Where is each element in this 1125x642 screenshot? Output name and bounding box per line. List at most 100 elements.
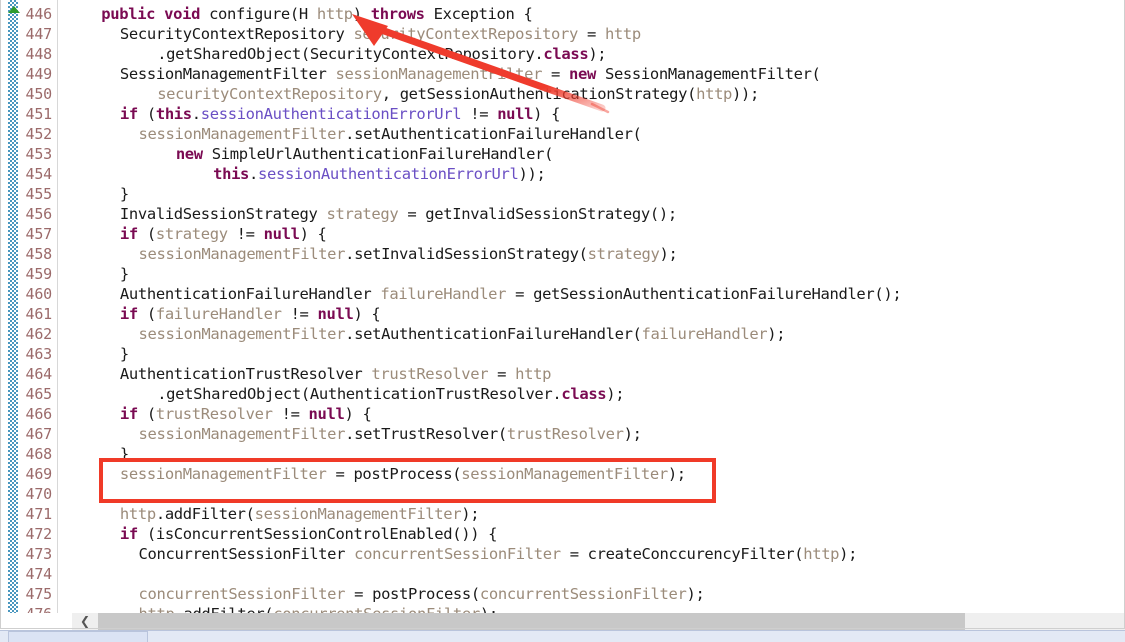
code-token: null: [263, 225, 300, 243]
code-line[interactable]: http.addFilter(concurrentSessionFilter);: [139, 604, 499, 613]
code-token: );: [839, 545, 858, 563]
code-token: =: [577, 25, 605, 43]
code-line[interactable]: new SimpleUrlAuthenticationFailureHandle…: [176, 144, 554, 164]
code-line[interactable]: if (failureHandler != null) {: [120, 304, 381, 324]
code-line[interactable]: if (isConcurrentSessionControlEnabled())…: [119, 524, 498, 544]
scrollbar-thumb[interactable]: [98, 613, 965, 630]
code-line[interactable]: sessionManagementFilter.setInvalidSessio…: [139, 244, 678, 264]
code-line[interactable]: if (this.sessionAuthenticationErrorUrl !…: [119, 104, 561, 124]
line-number: 466: [25, 405, 53, 423]
scroll-left-chevron-icon[interactable]: ❮: [72, 613, 98, 630]
code-line[interactable]: .getSharedObject(SecurityContextReposito…: [157, 44, 606, 64]
code-token: strategy: [155, 225, 228, 243]
code-line[interactable]: }: [120, 444, 129, 464]
code-token: );: [623, 425, 642, 443]
code-token: if: [119, 225, 138, 243]
code-token: new: [569, 65, 596, 83]
code-line[interactable]: AuthenticationFailureHandler failureHand…: [120, 284, 902, 304]
code-line[interactable]: SessionManagementFilter sessionManagemen…: [120, 64, 821, 84]
code-token: Exception {: [424, 5, 533, 23]
code-line[interactable]: ConcurrentSessionFilter concurrentSessio…: [139, 544, 858, 564]
code-token: ) {: [533, 105, 561, 123]
code-token: !=: [227, 225, 264, 243]
code-token: http: [515, 365, 552, 383]
line-number: 470: [25, 485, 53, 503]
code-token: SecurityContextRepository: [119, 25, 354, 43]
code-line[interactable]: sessionManagementFilter.setTrustResolver…: [139, 424, 642, 444]
line-number: 446: [25, 5, 53, 23]
code-line[interactable]: }: [120, 264, 129, 284]
code-token: ) {: [344, 405, 372, 423]
line-number: 465: [25, 385, 53, 403]
line-number: 469: [25, 465, 53, 483]
code-line[interactable]: .getSharedObject(AuthenticationTrustReso…: [157, 384, 624, 404]
code-token: (: [137, 305, 156, 323]
code-line[interactable]: AuthenticationTrustResolver trustResolve…: [120, 364, 552, 384]
code-token: sessionManagementFilter: [461, 465, 668, 483]
code-token: .addFilter(: [174, 605, 273, 613]
code-line[interactable]: this.sessionAuthenticationErrorUrl));: [213, 164, 546, 184]
line-number: 468: [25, 445, 53, 463]
code-token: strategy: [326, 205, 399, 223]
code-token: trustResolver: [506, 425, 624, 443]
code-token: if: [119, 105, 138, 123]
code-token: !=: [272, 405, 309, 423]
code-token: );: [480, 605, 498, 613]
code-token: );: [686, 585, 705, 603]
code-token: class: [543, 45, 589, 63]
code-token: securityContextRepository: [353, 25, 578, 43]
code-line[interactable]: http.addFilter(sessionManagementFilter);: [120, 504, 480, 524]
line-number: 463: [25, 345, 53, 363]
code-token: concurrentSessionFilter: [354, 545, 561, 563]
horizontal-scrollbar[interactable]: ❮: [0, 613, 1125, 630]
code-line[interactable]: InvalidSessionStrategy strategy = getInv…: [120, 204, 677, 224]
code-token: .setAuthenticationFailureHandler(: [345, 125, 642, 143]
line-number: 467: [25, 425, 53, 443]
line-number: 447: [25, 25, 53, 43]
code-line[interactable]: sessionManagementFilter = postProcess(se…: [120, 464, 686, 484]
code-token: if: [119, 525, 138, 543]
bottom-status-strip: [0, 630, 1125, 642]
code-token: ));: [518, 165, 546, 183]
code-line[interactable]: sessionManagementFilter.setAuthenticatio…: [139, 324, 786, 344]
code-token: );: [606, 385, 625, 403]
code-token: concurrentSessionFilter: [273, 605, 480, 613]
code-text-area[interactable]: public void configure(H http) throws Exc…: [58, 0, 1125, 613]
code-token: this: [155, 105, 192, 123]
code-token: );: [767, 325, 786, 343]
code-token: .setAuthenticationFailureHandler(: [345, 325, 642, 343]
code-line[interactable]: sessionManagementFilter.setAuthenticatio…: [139, 124, 642, 144]
code-token: sessionAuthenticationErrorUrl: [258, 165, 519, 183]
line-number: 460: [25, 285, 53, 303]
code-line[interactable]: concurrentSessionFilter = postProcess(co…: [139, 584, 705, 604]
code-token: failureHandler: [155, 305, 282, 323]
editor-gutter: 446 447 448 449 450 451 452 453 454 455 456 457 458 4…: [0, 0, 58, 613]
code-line[interactable]: SecurityContextRepository securityContex…: [120, 24, 641, 44]
code-token: .: [249, 165, 259, 183]
code-token: =: [488, 365, 516, 383]
code-token: (isConcurrentSessionControlEnabled()) {: [137, 525, 498, 543]
code-token: SessionManagementFilter(: [595, 65, 821, 83]
code-token: concurrentSessionFilter: [138, 585, 346, 603]
line-number: 458: [25, 245, 53, 263]
code-line[interactable]: if (strategy != null) {: [120, 224, 327, 244]
code-token: ) {: [299, 225, 327, 243]
line-number: 473: [25, 545, 53, 563]
code-line[interactable]: }: [120, 344, 129, 364]
code-token: securityContextRepository: [157, 85, 382, 103]
code-line[interactable]: public void configure(H http) throws Exc…: [101, 4, 533, 24]
code-token: .getSharedObject(AuthenticationTrustReso…: [157, 385, 562, 403]
line-number: 472: [25, 525, 53, 543]
code-line[interactable]: }: [120, 184, 129, 204]
code-line[interactable]: if (trustResolver != null) {: [120, 404, 372, 424]
code-token: }: [119, 265, 129, 283]
code-token: (: [137, 105, 156, 123]
code-token: !=: [281, 305, 318, 323]
line-number: 448: [25, 45, 53, 63]
code-token: strategy: [587, 245, 660, 263]
code-token: concurrentSessionFilter: [479, 585, 687, 603]
bottom-tab-stub[interactable]: [8, 631, 148, 642]
code-line[interactable]: securityContextRepository, getSessionAut…: [157, 84, 759, 104]
code-token: if: [119, 305, 138, 323]
